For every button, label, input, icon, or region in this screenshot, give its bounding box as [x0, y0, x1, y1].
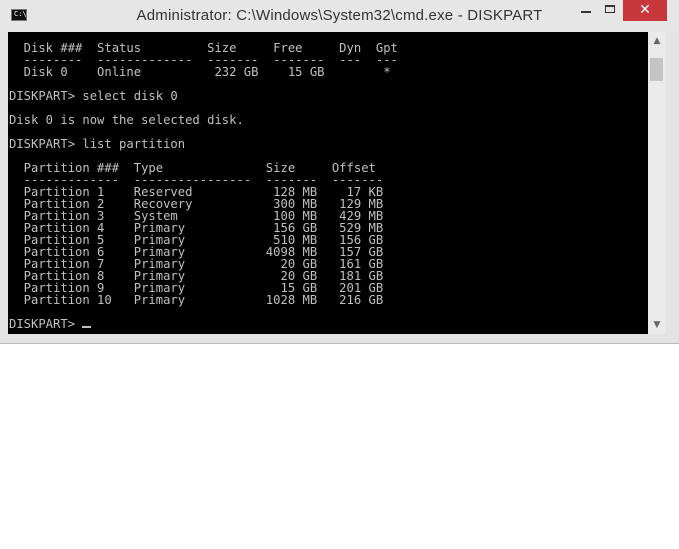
window-border — [666, 32, 679, 343]
text-cursor — [82, 326, 92, 328]
cmd-window: C:\ Administrator: C:\Windows\System32\c… — [0, 0, 679, 344]
close-button[interactable]: ✕ — [623, 0, 667, 21]
console-line: DISKPART> select disk 0 — [9, 89, 178, 103]
chevron-up-icon: ▲ — [653, 36, 661, 46]
minimize-button[interactable] — [574, 0, 599, 21]
title-bar[interactable]: C:\ Administrator: C:\Windows\System32\c… — [0, 0, 679, 32]
chevron-down-icon: ▼ — [653, 320, 661, 330]
maximize-icon — [605, 5, 615, 13]
console-line: DISKPART> — [9, 317, 83, 331]
scrollbar-thumb[interactable] — [650, 58, 663, 81]
console-text: Disk ### Status Size Free Dyn Gpt ------… — [9, 42, 398, 330]
scroll-down-button[interactable]: ▼ — [648, 316, 666, 334]
console-line: Disk 0 Online 232 GB 15 GB * — [9, 65, 391, 79]
scroll-up-button[interactable]: ▲ — [648, 32, 666, 50]
vertical-scrollbar[interactable]: ▲ ▼ — [648, 32, 666, 334]
console-line: Partition 10 Primary 1028 MB 216 GB — [9, 293, 384, 307]
console-line: Disk 0 is now the selected disk. — [9, 113, 244, 127]
minimize-icon — [581, 11, 591, 13]
close-icon: ✕ — [639, 2, 651, 18]
console-line: DISKPART> list partition — [9, 137, 186, 151]
console-output[interactable]: Disk ### Status Size Free Dyn Gpt ------… — [8, 32, 648, 334]
maximize-button[interactable] — [599, 0, 623, 21]
